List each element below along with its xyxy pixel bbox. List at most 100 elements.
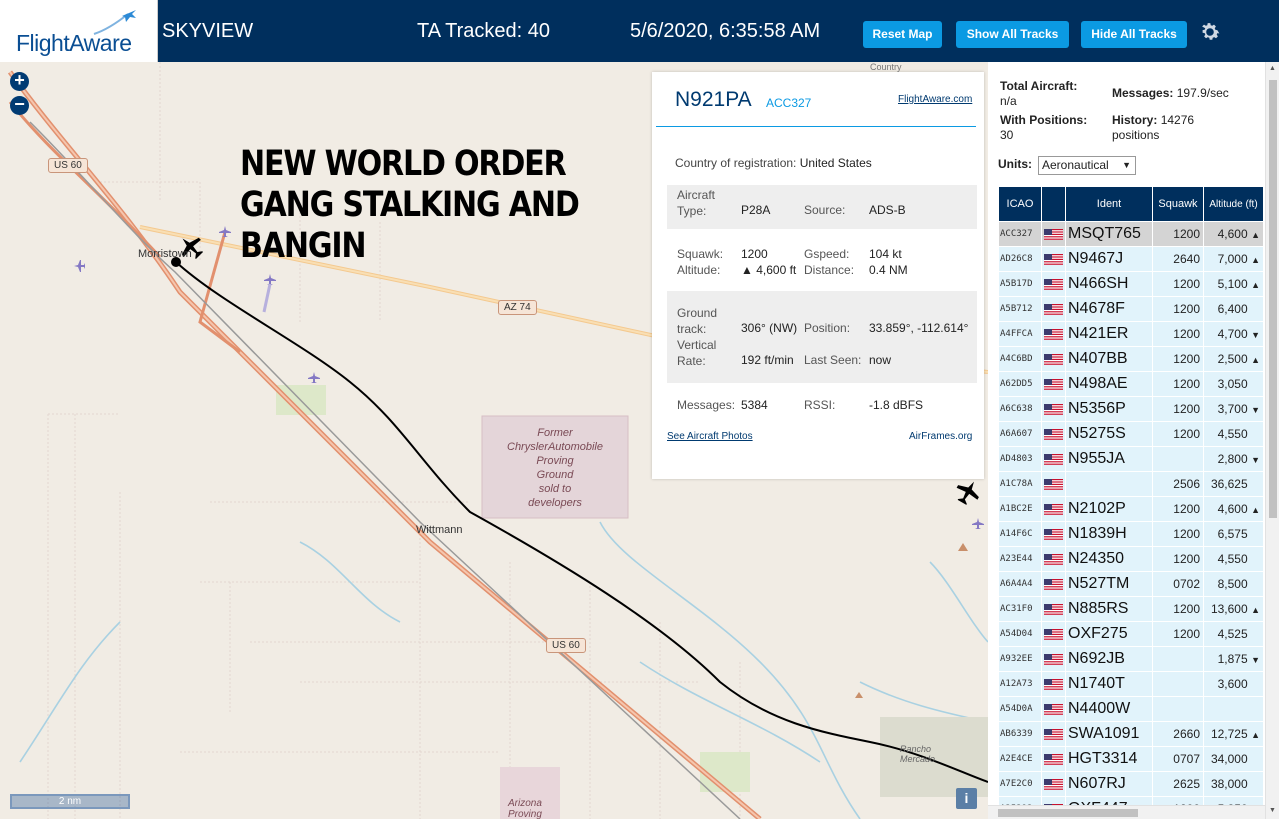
scroll-down-icon[interactable]: ▼	[1269, 807, 1276, 814]
gear-icon[interactable]	[1198, 20, 1222, 44]
table-row[interactable]: A7E2C0 N607RJ 2625 38,000	[998, 771, 1264, 797]
cell-squawk: 2506	[1152, 471, 1204, 497]
table-row[interactable]: AC31F0 N885RS 1200 13,600 ▲	[998, 596, 1264, 622]
road-shield-us60: US 60	[546, 638, 586, 653]
cell-icao: A54D04	[998, 621, 1042, 647]
table-row[interactable]: A5B712 N4678F 1200 6,400	[998, 296, 1264, 322]
vertical-scrollbar[interactable]: ▲ ▼	[1265, 62, 1279, 819]
table-row[interactable]: A1BC2E N2102P 1200 4,600 ▲	[998, 496, 1264, 522]
units-select[interactable]: Aeronautical ▼	[1038, 156, 1136, 175]
table-row[interactable]: A62DD5 N498AE 1200 3,050	[998, 371, 1264, 397]
units-value: Aeronautical	[1042, 158, 1109, 172]
altitude-value: 4,550	[1217, 552, 1248, 566]
column-header-flag[interactable]	[1041, 186, 1066, 222]
cell-altitude: 4,550	[1203, 546, 1264, 572]
horizontal-scrollbar-thumb[interactable]	[998, 809, 1138, 817]
cell-altitude: 6,575	[1203, 521, 1264, 547]
column-header-icao[interactable]: ICAO	[998, 186, 1042, 222]
table-row[interactable]: A6A4A4 N527TM 0702 8,500	[998, 571, 1264, 597]
us-flag-icon	[1041, 471, 1066, 497]
table-row[interactable]: AB6339 SWA1091 2660 12,725 ▲	[998, 721, 1264, 747]
table-row[interactable]: A5B17D N466SH 1200 5,100 ▲	[998, 271, 1264, 297]
scrollbar-thumb[interactable]	[1269, 80, 1277, 518]
top-header: FlightAware SKYVIEW TA Tracked: 40 5/6/2…	[0, 0, 1279, 62]
column-header-altitude[interactable]: Altitude (ft)	[1203, 186, 1264, 222]
table-row[interactable]: A23E44 N24350 1200 4,550	[998, 546, 1264, 572]
table-row[interactable]: A6C638 N5356P 1200 3,700 ▼	[998, 396, 1264, 422]
table-row[interactable]: A2E4CE HGT3314 0707 34,000	[998, 746, 1264, 772]
cell-icao: A62DD5	[998, 371, 1042, 397]
cell-squawk: 1200	[1152, 346, 1204, 372]
table-row[interactable]: A54D0A N4400W	[998, 696, 1264, 722]
flightaware-logo[interactable]: FlightAware	[0, 0, 158, 62]
table-row[interactable]: A14F6C N1839H 1200 6,575	[998, 521, 1264, 547]
popup-icao: ACC327	[766, 96, 812, 110]
aircraft-photos-link[interactable]: See Aircraft Photos	[667, 431, 753, 442]
cell-altitude: 3,700 ▼	[1203, 396, 1264, 422]
altitude-value: 8,500	[1217, 577, 1248, 591]
altitude-value: 2,800	[1217, 452, 1248, 466]
altitude-value: 4,525	[1217, 627, 1248, 641]
table-row[interactable]: A932EE N692JB 1,875 ▼	[998, 646, 1264, 672]
table-row[interactable]: AD4803 N955JA 2,800 ▼	[998, 446, 1264, 472]
cell-icao: A932EE	[998, 646, 1042, 672]
distance-value: 0.4 NM	[869, 263, 908, 277]
altitude-value: 3,700	[1217, 402, 1248, 416]
airframes-link[interactable]: AirFrames.org	[909, 431, 972, 442]
table-row[interactable]: A54D04 OXF275 1200 4,525	[998, 621, 1264, 647]
cell-ident: N5275S	[1065, 421, 1153, 447]
altitude-trend-icon: ▼	[1251, 405, 1260, 415]
column-header-ident[interactable]: Ident	[1065, 186, 1153, 222]
last-seen-label: Last Seen:	[804, 353, 862, 367]
table-row[interactable]: A1C78A 2506 36,625	[998, 471, 1264, 497]
show-all-tracks-button[interactable]: Show All Tracks	[956, 21, 1069, 48]
popup-type-block: Aircraft Type: P28A Source: ADS-B	[667, 185, 977, 229]
zoom-out-button[interactable]: −	[10, 95, 29, 115]
cell-altitude: 36,625	[1203, 471, 1264, 497]
cell-altitude: 2,800 ▼	[1203, 446, 1264, 472]
altitude-value: 13,600	[1210, 602, 1248, 616]
cell-ident: N407BB	[1065, 346, 1153, 372]
horizontal-scrollbar[interactable]	[988, 805, 1265, 819]
cell-squawk	[1152, 646, 1204, 672]
cell-altitude: 34,000	[1203, 746, 1264, 772]
altitude-value: 4,600	[1217, 227, 1248, 241]
cell-ident: N9467J	[1065, 246, 1153, 272]
table-row[interactable]: A12A73 N1740T 3,600	[998, 671, 1264, 697]
table-row[interactable]: A4FFCA N421ER 1200 4,700 ▼	[998, 321, 1264, 347]
rssi-label: RSSI:	[804, 398, 836, 412]
hide-all-tracks-button[interactable]: Hide All Tracks	[1081, 21, 1187, 48]
column-header-squawk[interactable]: Squawk	[1152, 186, 1204, 222]
flightaware-link[interactable]: FlightAware.com	[898, 94, 972, 105]
aircraft-info-popup: N921PA ACC327 FlightAware.com Country of…	[652, 72, 984, 479]
cell-altitude: 4,600 ▲	[1203, 496, 1264, 522]
table-row[interactable]: ACC327 MSQT765 1200 4,600 ▲	[998, 221, 1264, 247]
altitude-value: 38,000	[1210, 777, 1248, 791]
proving-ground-line: Ground	[536, 469, 574, 481]
popup-country: Country of registration: United States	[675, 156, 872, 170]
cell-squawk: 2640	[1152, 246, 1204, 272]
cell-squawk	[1152, 671, 1204, 697]
zoom-in-button[interactable]: +	[10, 71, 29, 91]
table-row[interactable]: A6A607 N5275S 1200 4,550	[998, 421, 1264, 447]
scroll-up-icon[interactable]: ▲	[1269, 65, 1276, 72]
us-flag-icon	[1041, 671, 1066, 697]
cell-squawk: 0707	[1152, 746, 1204, 772]
source-value: ADS-B	[869, 203, 906, 217]
gspeed-value: 104 kt	[869, 247, 902, 261]
cell-squawk: 1200	[1152, 296, 1204, 322]
popup-messages-block: Messages: 5384 RSSI: -1.8 dBFS	[667, 393, 977, 417]
cell-altitude: 4,525	[1203, 621, 1264, 647]
cell-icao: AD26C8	[998, 246, 1042, 272]
reset-map-button[interactable]: Reset Map	[863, 21, 942, 48]
cell-altitude: 4,550	[1203, 421, 1264, 447]
messages-rate-value: 197.9/sec	[1176, 86, 1229, 100]
cell-icao: A1C78A	[998, 471, 1042, 497]
us-flag-icon	[1041, 221, 1066, 247]
cell-ident: MSQT765	[1065, 221, 1153, 247]
table-row[interactable]: A4C6BD N407BB 1200 2,500 ▲	[998, 346, 1264, 372]
info-button[interactable]: i	[956, 788, 977, 809]
cell-icao: AD4803	[998, 446, 1042, 472]
last-seen-value: now	[869, 353, 892, 367]
table-row[interactable]: AD26C8 N9467J 2640 7,000 ▲	[998, 246, 1264, 272]
